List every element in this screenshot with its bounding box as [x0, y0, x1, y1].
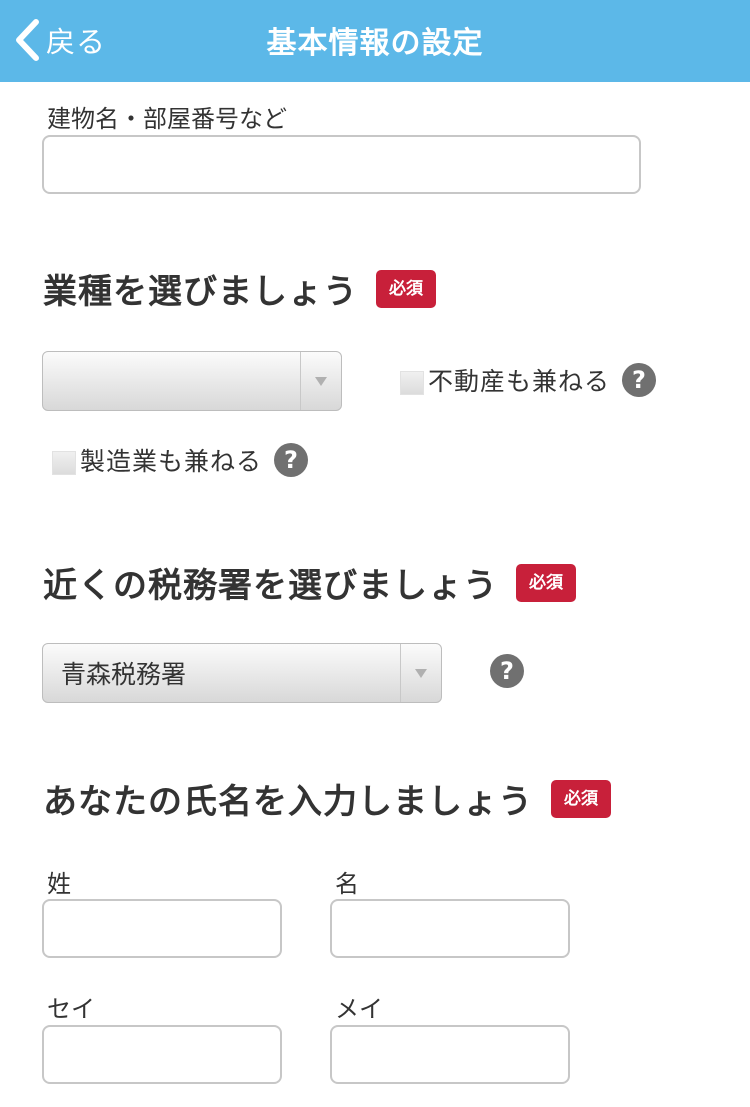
name-title: あなたの氏名を入力しましょう: [43, 782, 533, 822]
dropdown-arrow: [400, 644, 441, 702]
last-name-label: 姓: [47, 870, 71, 898]
dropdown-arrow: [300, 352, 341, 410]
required-badge: 必須: [551, 779, 611, 818]
tax-office-title: 近くの税務署を選びましょう: [43, 566, 498, 606]
last-name-kana-input[interactable]: [42, 1025, 282, 1084]
real-estate-label: 不動産も兼ねる: [428, 367, 611, 396]
real-estate-checkbox[interactable]: [400, 371, 424, 395]
last-name-input[interactable]: [42, 899, 282, 958]
required-badge: 必須: [516, 563, 576, 602]
industry-section-heading: 業種を選びましょう 必須: [43, 264, 436, 313]
industry-select[interactable]: [42, 351, 342, 411]
help-icon[interactable]: ?: [274, 443, 309, 477]
first-name-kana-input[interactable]: [330, 1025, 570, 1084]
real-estate-checkbox-row[interactable]: 不動産も兼ねる ?: [400, 362, 657, 398]
industry-title: 業種を選びましょう: [43, 272, 358, 312]
tax-office-section-heading: 近くの税務署を選びましょう 必須: [43, 558, 576, 607]
help-icon[interactable]: ?: [622, 363, 657, 397]
building-input[interactable]: [42, 135, 641, 194]
triangle-down-icon: [315, 376, 327, 386]
manufacturing-checkbox-row[interactable]: 製造業も兼ねる ?: [52, 442, 309, 478]
page-title: 基本情報の設定: [266, 26, 484, 61]
name-section-heading: あなたの氏名を入力しましょう 必須: [43, 774, 611, 823]
tax-office-select-value: 青森税務署: [61, 660, 187, 689]
first-name-input[interactable]: [330, 899, 570, 958]
first-name-kana-label: メイ: [335, 995, 383, 1023]
manufacturing-label: 製造業も兼ねる: [80, 447, 263, 476]
first-name-label: 名: [335, 870, 359, 898]
help-icon[interactable]: ?: [490, 654, 524, 688]
triangle-down-icon: [415, 668, 427, 678]
building-label: 建物名・部屋番号など: [47, 105, 287, 133]
manufacturing-checkbox[interactable]: [52, 451, 76, 475]
last-name-kana-label: セイ: [47, 995, 95, 1023]
required-badge: 必須: [376, 269, 436, 308]
header-bar: 戻る 基本情報の設定: [0, 0, 750, 82]
tax-office-select[interactable]: 青森税務署: [42, 643, 442, 703]
